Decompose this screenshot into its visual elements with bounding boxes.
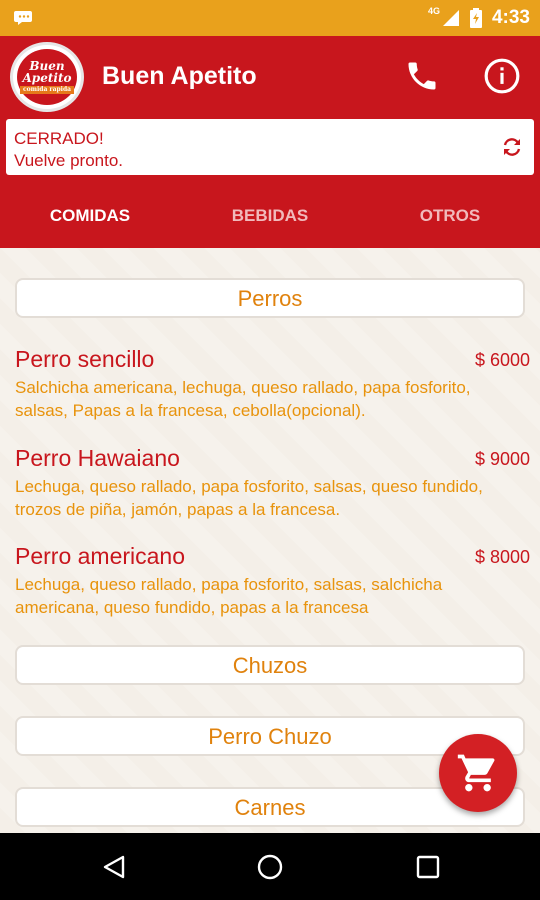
- signal-icon: [442, 10, 459, 26]
- battery-icon: [469, 8, 482, 28]
- logo-text-2: Apetito: [22, 71, 72, 85]
- home-icon: [257, 854, 283, 880]
- cart-icon: [457, 754, 495, 792]
- item-name: Perro americano: [15, 543, 186, 569]
- category-perros[interactable]: Perros: [15, 278, 525, 318]
- item-description: Lechuga, queso rallado, papa fosforito, …: [15, 575, 443, 617]
- back-icon: [103, 855, 125, 879]
- menu-item[interactable]: Perro americano $ 8000 Lechuga, queso ra…: [15, 543, 530, 623]
- app-logo: Buen Apetito comida rapida: [10, 42, 84, 112]
- system-nav-bar: [0, 833, 540, 900]
- network-type: 4G: [427, 6, 440, 16]
- store-status-card: CERRADO! Vuelve pronto.: [6, 119, 534, 175]
- refresh-icon[interactable]: [500, 135, 524, 159]
- cart-button[interactable]: [439, 734, 517, 812]
- app-bar: Buen Apetito comida rapida Buen Apetito …: [0, 36, 540, 248]
- item-description: Lechuga, queso rallado, papa fosforito, …: [15, 477, 483, 519]
- recents-button[interactable]: [408, 847, 448, 887]
- item-name: Perro Hawaiano: [15, 445, 180, 471]
- notification-icon: [14, 11, 32, 25]
- item-price: $ 6000: [474, 350, 530, 370]
- phone-icon: [408, 62, 436, 90]
- store-status-message: Vuelve pronto.: [14, 151, 123, 170]
- category-chuzos[interactable]: Chuzos: [15, 645, 525, 685]
- menu-item[interactable]: Perro sencillo $ 6000 Salchicha american…: [15, 346, 530, 426]
- recents-icon: [416, 855, 440, 879]
- tab-comidas[interactable]: COMIDAS: [0, 196, 180, 248]
- home-button[interactable]: [250, 847, 290, 887]
- app-title: Buen Apetito: [102, 62, 257, 90]
- tab-bebidas[interactable]: BEBIDAS: [180, 196, 360, 248]
- call-button[interactable]: [402, 56, 442, 96]
- status-bar: 4G 4:33: [0, 0, 540, 36]
- menu-item[interactable]: Perro Hawaiano $ 9000 Lechuga, queso ral…: [15, 445, 530, 525]
- store-status-title: CERRADO!: [14, 129, 104, 148]
- logo-ribbon: comida rapida: [19, 86, 75, 94]
- item-description: Salchicha americana, lechuga, queso rall…: [15, 378, 471, 420]
- info-icon: [484, 58, 520, 94]
- back-button[interactable]: [94, 847, 134, 887]
- tab-otros[interactable]: OTROS: [360, 196, 540, 248]
- item-name: Perro sencillo: [15, 346, 155, 372]
- category-tabs: COMIDAS BEBIDAS OTROS: [0, 196, 540, 248]
- info-button[interactable]: [482, 56, 522, 96]
- item-price: $ 8000: [474, 547, 530, 567]
- item-price: $ 9000: [474, 449, 530, 469]
- clock: 4:33: [491, 7, 530, 28]
